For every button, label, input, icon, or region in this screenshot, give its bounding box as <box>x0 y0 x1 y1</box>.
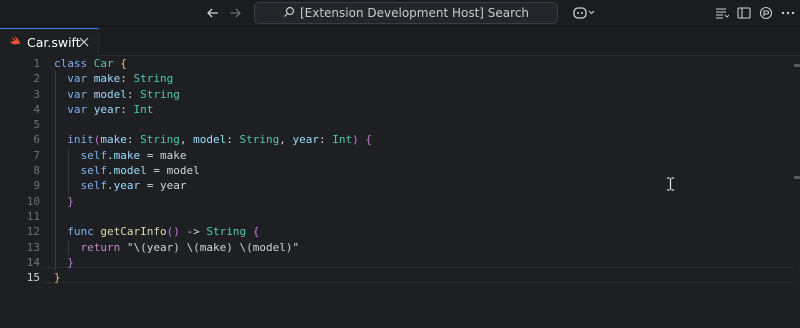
code-line: } <box>67 255 74 269</box>
tab-car-swift[interactable]: Car.swift <box>0 28 99 56</box>
code-content[interactable]: class Car { var make: String var model: … <box>54 56 372 285</box>
arrow-left-icon[interactable] <box>204 4 222 22</box>
code-line: } <box>67 194 74 208</box>
code-line: return "\(year) \(make) \(model)" <box>80 240 300 254</box>
line-number-active: 15 <box>26 271 40 285</box>
code-line: self.make = make <box>80 148 187 162</box>
scrollbar-marker <box>794 176 800 179</box>
line-number: 10 <box>26 194 40 208</box>
command-center-search[interactable]: [Extension Development Host] Search <box>254 2 558 24</box>
vertical-scrollbar[interactable] <box>794 56 800 328</box>
line-number: 8 <box>33 164 40 178</box>
line-number: 13 <box>26 240 40 254</box>
code-line: self.year = year <box>80 179 187 193</box>
close-icon[interactable] <box>77 35 91 49</box>
line-number: 3 <box>33 87 40 101</box>
line-number: 6 <box>33 133 40 147</box>
title-bar: [Extension Development Host] Search <box>0 0 800 27</box>
line-number: 5 <box>33 118 40 132</box>
code-line: } <box>54 271 61 285</box>
code-line: class Car { <box>54 57 127 70</box>
copilot-icon[interactable] <box>572 5 596 21</box>
code-line: var model: String <box>67 87 180 101</box>
mouse-ibeam-cursor-icon <box>666 176 675 191</box>
accounts-icon[interactable] <box>758 5 774 21</box>
search-label: [Extension Development Host] Search <box>299 6 530 20</box>
line-number: 2 <box>33 72 40 86</box>
line-number-gutter: 1 2 3 4 5 6 7 8 9 10 11 12 13 14 15 <box>0 56 40 285</box>
code-line: var make: String <box>67 72 174 86</box>
code-editor[interactable]: 1 2 3 4 5 6 7 8 9 10 11 12 13 14 15 clas… <box>0 56 800 328</box>
toggle-primary-sidebar-icon[interactable] <box>714 5 730 21</box>
split-layout-icon[interactable] <box>736 5 752 21</box>
code-line: self.model = model <box>80 164 200 178</box>
line-number: 11 <box>26 209 40 223</box>
editor-tab-bar: Car.swift <box>0 28 800 56</box>
line-number: 7 <box>33 148 40 162</box>
line-number: 1 <box>33 57 40 70</box>
code-line: func getCarInfo() -> String { <box>67 225 260 239</box>
more-actions-icon[interactable] <box>780 5 796 21</box>
tab-label: Car.swift <box>27 35 81 50</box>
code-line: var year: Int <box>67 102 154 116</box>
arrow-right-icon[interactable] <box>226 4 244 22</box>
line-number: 14 <box>26 255 40 269</box>
line-number: 4 <box>33 102 40 116</box>
line-number: 9 <box>33 179 40 193</box>
line-number: 12 <box>26 225 40 239</box>
scrollbar-marker <box>794 64 800 67</box>
code-line: init(make: String, model: String, year: … <box>67 133 372 147</box>
swift-file-icon <box>9 35 21 50</box>
search-icon <box>283 6 295 21</box>
